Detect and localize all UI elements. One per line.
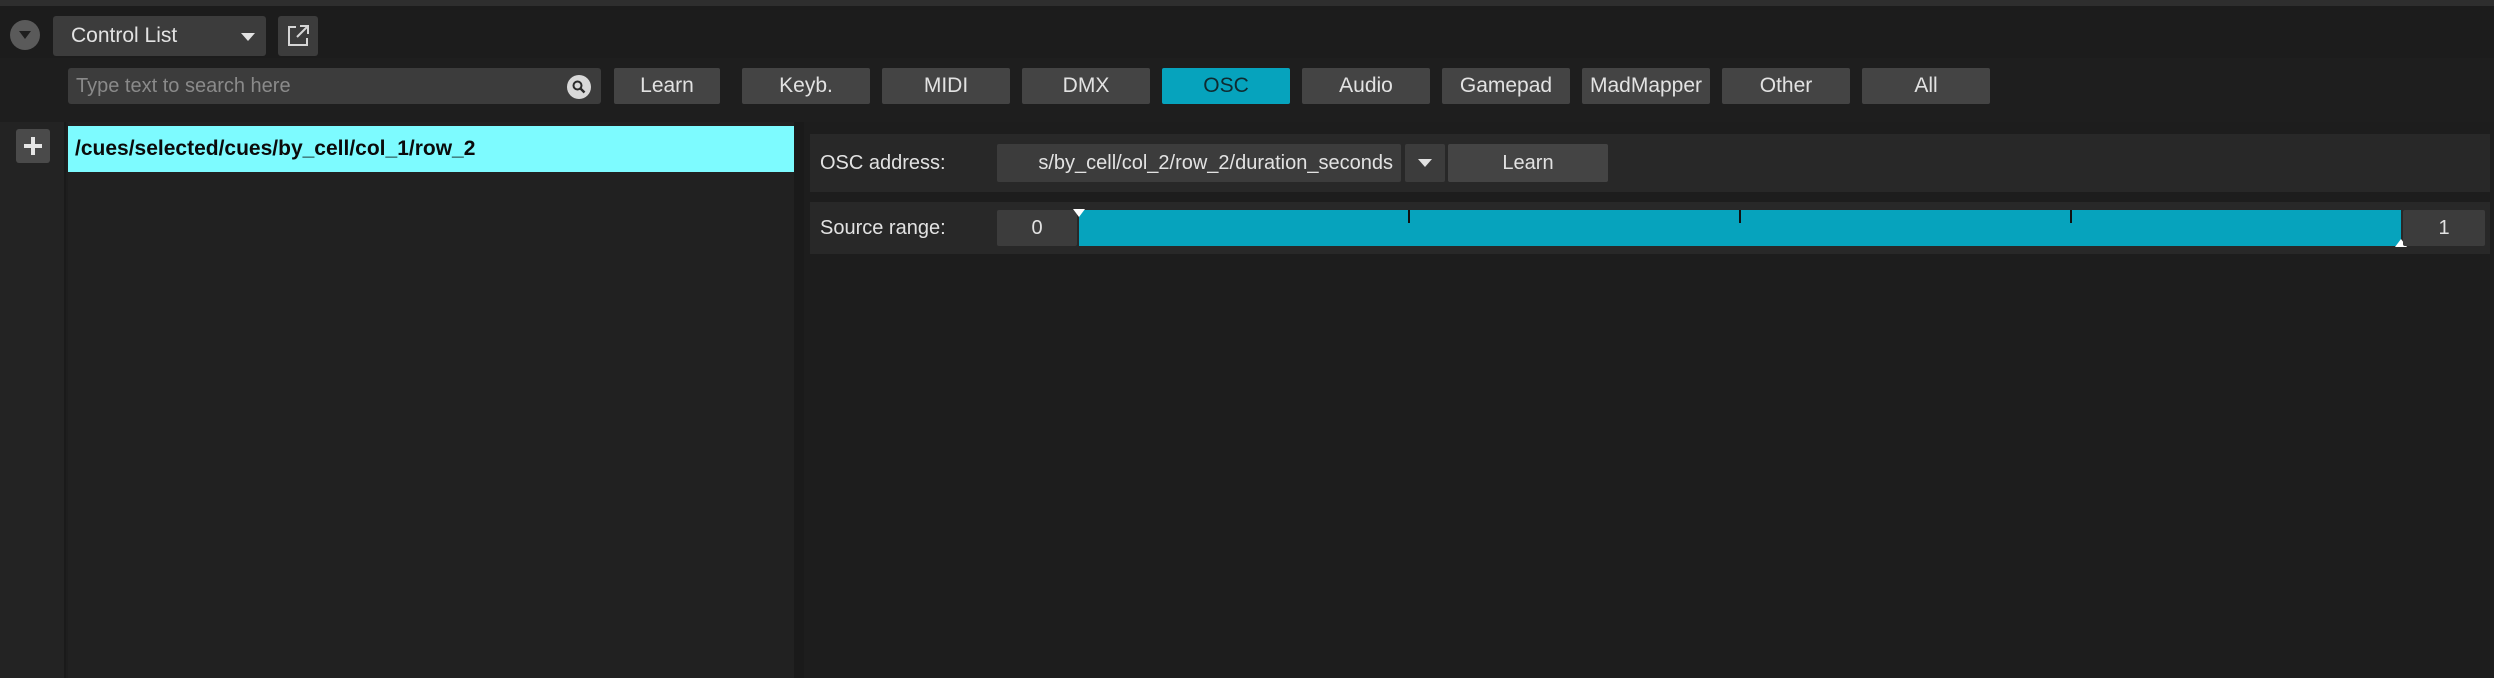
- osc-learn-button[interactable]: Learn: [1448, 144, 1608, 182]
- range-min-handle[interactable]: [1073, 209, 1085, 217]
- range-min-value: 0: [1031, 216, 1043, 239]
- panel-title: Control List: [71, 24, 178, 47]
- tab-keyboard[interactable]: Keyb.: [742, 68, 870, 104]
- tab-audio[interactable]: Audio: [1302, 68, 1430, 104]
- control-list: /cues/selected/cues/by_cell/col_1/row_2: [68, 122, 794, 678]
- source-range-row: Source range: 0 1: [810, 202, 2490, 254]
- control-list-panel: Control List Learn Keyb. MI: [0, 0, 2494, 678]
- range-tick: [2070, 210, 2072, 223]
- list-gutter: [0, 122, 66, 678]
- caret-down-icon: [1418, 159, 1432, 167]
- range-tick: [1739, 210, 1741, 223]
- collapse-button[interactable]: [10, 20, 40, 50]
- external-link-icon: [288, 25, 309, 46]
- range-max-field[interactable]: 1: [2403, 210, 2485, 246]
- search-icon[interactable]: [567, 75, 591, 99]
- magnifier-glyph: [572, 80, 586, 94]
- tab-gamepad[interactable]: Gamepad: [1442, 68, 1570, 104]
- splitter[interactable]: [794, 122, 804, 678]
- control-detail-panel: OSC address: s/by_cell/col_2/row_2/durat…: [804, 122, 2494, 678]
- osc-address-dropdown-button[interactable]: [1405, 144, 1445, 182]
- tab-midi[interactable]: MIDI: [882, 68, 1010, 104]
- list-item-label: /cues/selected/cues/by_cell/col_1/row_2: [75, 137, 476, 160]
- chevron-down-icon: [19, 31, 31, 39]
- source-range-slider[interactable]: [1073, 209, 2407, 247]
- search-input[interactable]: [68, 68, 558, 104]
- panel-header: Control List: [0, 0, 2494, 58]
- detach-window-button[interactable]: [278, 16, 318, 56]
- panel-type-select[interactable]: Control List: [53, 16, 266, 56]
- osc-address-row: OSC address: s/by_cell/col_2/row_2/durat…: [810, 134, 2490, 192]
- tab-madmapper[interactable]: MadMapper: [1582, 68, 1710, 104]
- plus-icon: [24, 137, 42, 155]
- osc-address-input[interactable]: s/by_cell/col_2/row_2/duration_seconds: [997, 144, 1401, 182]
- tab-osc[interactable]: OSC: [1162, 68, 1290, 104]
- tab-dmx[interactable]: DMX: [1022, 68, 1150, 104]
- tab-other[interactable]: Other: [1722, 68, 1850, 104]
- osc-address-label: OSC address:: [820, 152, 946, 174]
- caret-down-icon: [241, 33, 255, 41]
- source-range-label: Source range:: [820, 217, 946, 239]
- filter-toolbar: Learn Keyb. MIDI DMX OSC Audio Gamepad M…: [0, 58, 2494, 122]
- search-box: [68, 68, 601, 104]
- tab-all[interactable]: All: [1862, 68, 1990, 104]
- learn-filter-button[interactable]: Learn: [614, 68, 720, 104]
- list-item[interactable]: /cues/selected/cues/by_cell/col_1/row_2: [68, 126, 794, 172]
- add-control-button[interactable]: [16, 129, 50, 163]
- range-max-value: 1: [2438, 216, 2450, 239]
- range-tick: [1408, 210, 1410, 223]
- osc-address-value: s/by_cell/col_2/row_2/duration_seconds: [1038, 151, 1393, 174]
- range-min-field[interactable]: 0: [997, 210, 1077, 246]
